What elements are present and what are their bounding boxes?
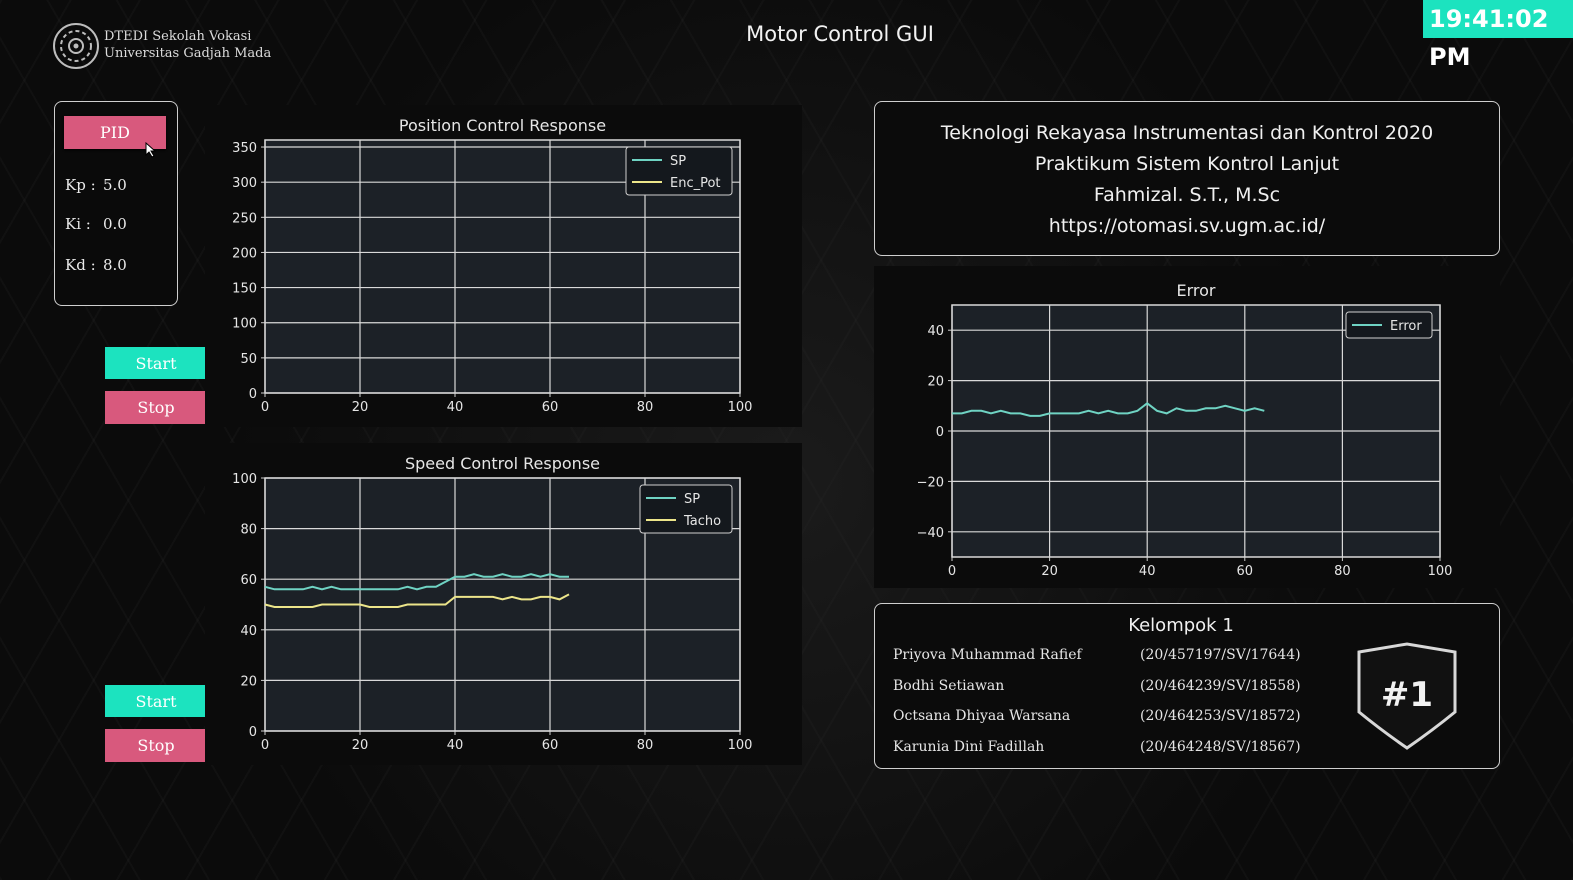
ki-value: 0.0 (103, 215, 127, 233)
error-chart: Error 0 20 40 60 80 100 −40 −20 0 20 40 Error (874, 266, 1500, 588)
member-row: Priyova Muhammad Rafief (20/457197/SV/176… (893, 647, 1301, 663)
x-tick-label: 20 (1041, 564, 1058, 579)
x-tick-label: 60 (542, 738, 559, 753)
info-line2: Praktikum Sistem Kontrol Lanjut (1034, 153, 1340, 175)
x-tick-label: 100 (728, 400, 753, 415)
university-seal-icon (53, 23, 99, 69)
y-tick-label: 0 (936, 425, 944, 440)
member-nim: (20/464239/SV/18558) (1140, 678, 1301, 694)
speed-chart: Speed Control Response 0 20 40 60 80 100 0 20 40… (205, 443, 802, 765)
legend-label: Tacho (683, 514, 721, 529)
x-tick-label: 40 (1139, 564, 1156, 579)
x-tick-label: 0 (261, 400, 269, 415)
y-tick-label: −40 (917, 526, 944, 541)
kd-label: Kd : (65, 256, 96, 274)
x-tick-label: 0 (261, 738, 269, 753)
member-nim: (20/464253/SV/18572) (1140, 708, 1301, 724)
group-title: Kelompok 1 (1128, 615, 1234, 636)
position-chart: Position Control Response 0 20 40 60 80 100 0 5… (205, 105, 802, 427)
y-tick-label: 100 (232, 472, 257, 487)
member-nim: (20/457197/SV/17644) (1140, 647, 1301, 663)
y-tick-label: 200 (232, 246, 257, 261)
x-tick-label: 20 (352, 400, 369, 415)
y-tick-label: 40 (927, 324, 944, 339)
member-row: Karunia Dini Fadillah (20/464248/SV/18567… (893, 739, 1301, 755)
kp-value: 5.0 (103, 176, 127, 194)
member-nim: (20/464248/SV/18567) (1140, 739, 1301, 755)
y-tick-label: 350 (232, 141, 257, 156)
speed-start-button[interactable]: Start (105, 685, 207, 717)
member-name: Priyova Muhammad Rafief (893, 647, 1082, 663)
pid-parameters-panel: PID Kp :5.0 Ki :0.0 Kd :8.0 (54, 101, 178, 306)
y-tick-label: 40 (240, 624, 257, 639)
institution-name: DTEDI Sekolah Vokasi Universitas Gadjah … (104, 28, 271, 62)
ki-label: Ki : (65, 215, 91, 233)
y-tick-label: 80 (240, 523, 257, 538)
institution-line1: DTEDI Sekolah Vokasi (104, 29, 252, 44)
group-shield-badge: #1 (1357, 642, 1457, 750)
info-url: https://otomasi.sv.ugm.ac.id/ (1048, 215, 1326, 237)
course-info-panel: Teknologi Rekayasa Instrumentasi dan Kon… (874, 101, 1500, 256)
y-tick-label: 0 (249, 725, 257, 740)
institution-logo: DTEDI Sekolah Vokasi Universitas Gadjah … (52, 22, 272, 70)
y-tick-label: 100 (232, 317, 257, 332)
chart-title: Error (1177, 281, 1216, 300)
x-tick-label: 40 (447, 738, 464, 753)
member-row: Bodhi Setiawan (20/464239/SV/18558) (893, 678, 1301, 694)
kd-value: 8.0 (103, 256, 127, 274)
kp-label: Kp : (65, 176, 96, 194)
x-tick-label: 100 (1428, 564, 1453, 579)
ki-row: Ki : 0.0 (65, 215, 127, 233)
legend-label: SP (684, 492, 700, 507)
member-name: Bodhi Setiawan (893, 678, 1005, 694)
group-badge-label: #1 (1381, 675, 1433, 715)
x-tick-label: 0 (948, 564, 956, 579)
chart-title: Speed Control Response (405, 454, 600, 473)
x-tick-label: 40 (447, 400, 464, 415)
x-tick-label: 60 (1237, 564, 1254, 579)
y-tick-label: 20 (240, 674, 257, 689)
member-name: Octsana Dhiyaa Warsana (893, 708, 1071, 724)
y-tick-label: 0 (249, 387, 257, 402)
y-tick-label: 300 (232, 176, 257, 191)
member-row: Octsana Dhiyaa Warsana (20/464253/SV/1857… (893, 708, 1301, 724)
legend-label: Error (1390, 319, 1422, 334)
mouse-cursor-icon (145, 142, 157, 158)
info-line1: Teknologi Rekayasa Instrumentasi dan Kon… (940, 122, 1434, 144)
x-tick-label: 100 (728, 738, 753, 753)
institution-line2: Universitas Gadjah Mada (104, 46, 272, 61)
legend-label: SP (670, 154, 686, 169)
group-panel: Kelompok 1 Priyova Muhammad Rafief (20/45… (874, 603, 1500, 769)
position-stop-button[interactable]: Stop (105, 391, 207, 424)
kd-row: Kd : 8.0 (65, 256, 127, 274)
legend-label: Enc_Pot (670, 176, 721, 191)
kp-row: Kp : 5.0 (65, 176, 127, 194)
app-title: Motor Control GUI (746, 22, 934, 46)
y-tick-label: 150 (232, 282, 257, 297)
x-tick-label: 80 (1334, 564, 1351, 579)
y-tick-label: −20 (917, 475, 944, 490)
member-name: Karunia Dini Fadillah (893, 739, 1045, 755)
x-tick-label: 20 (352, 738, 369, 753)
y-tick-label: 20 (927, 375, 944, 390)
position-start-button[interactable]: Start (105, 347, 207, 379)
clock: 19:41:02 PM (1423, 0, 1573, 71)
info-line3: Fahmizal. S.T., M.Sc (1093, 184, 1281, 206)
y-tick-label: 60 (240, 573, 257, 588)
y-tick-label: 50 (240, 352, 257, 367)
x-tick-label: 80 (637, 738, 654, 753)
speed-stop-button[interactable]: Stop (105, 729, 207, 762)
x-tick-label: 80 (637, 400, 654, 415)
chart-title: Position Control Response (399, 116, 606, 135)
y-tick-label: 250 (232, 211, 257, 226)
x-tick-label: 60 (542, 400, 559, 415)
